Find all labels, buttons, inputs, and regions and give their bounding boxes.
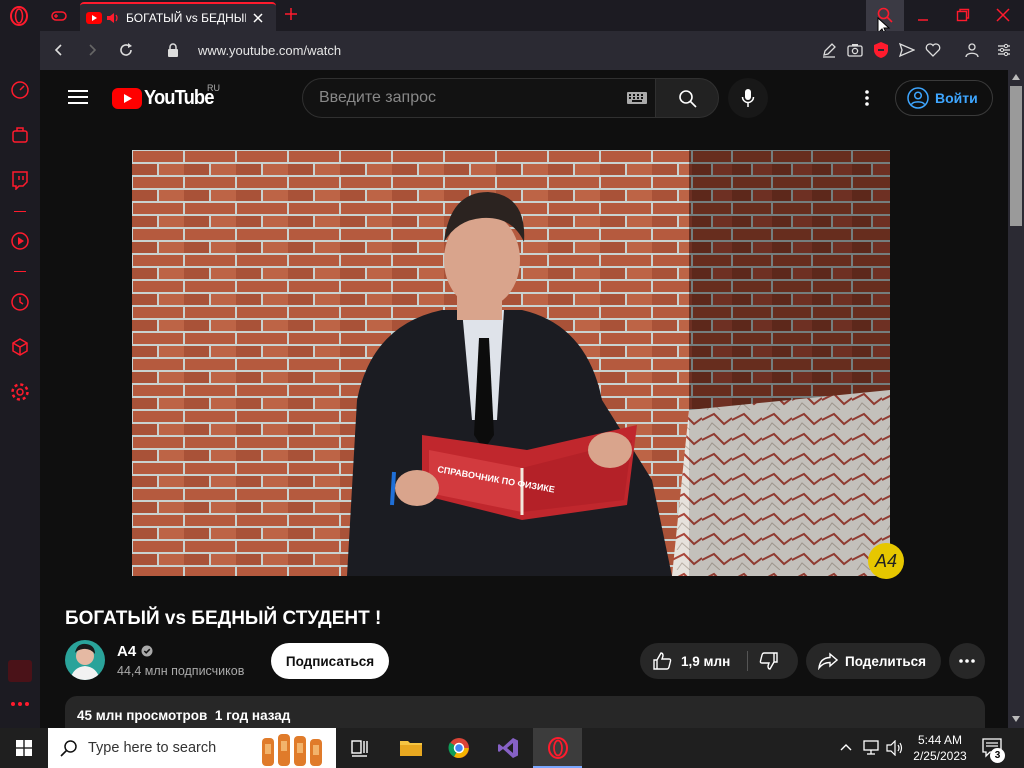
windows-logo-icon (16, 740, 32, 756)
search-input[interactable]: Введите запрос (302, 78, 656, 118)
youtube-logo[interactable]: YouTube (112, 87, 220, 110)
region-code: RU (207, 83, 220, 93)
tab-title: БОГАТЫЙ vs БЕДНЫЙ С (126, 10, 246, 25)
task-view-icon[interactable] (350, 738, 370, 758)
thumbs-down-icon (759, 651, 779, 671)
browser-tab-active[interactable]: БОГАТЫЙ vs БЕДНЫЙ С (80, 2, 276, 31)
share-arrow-icon (818, 652, 838, 670)
history-icon[interactable] (10, 292, 30, 312)
youtube-favicon-icon (86, 11, 102, 24)
audio-playing-icon[interactable] (106, 12, 120, 24)
minimize-icon[interactable] (916, 8, 930, 22)
close-tab-icon[interactable] (252, 12, 264, 24)
signin-label: Войти (935, 90, 978, 106)
twitch-icon[interactable] (10, 170, 30, 190)
volume-icon[interactable] (886, 740, 904, 756)
thumbs-up-icon (652, 651, 672, 671)
reload-icon[interactable] (118, 42, 134, 58)
clock[interactable]: 5:44 AM 2/25/2023 (908, 732, 972, 764)
new-tab-icon[interactable] (284, 7, 298, 21)
taskbar-search-placeholder: Type here to search (88, 740, 217, 756)
opera-gx-taskbar-button[interactable] (533, 728, 582, 768)
chrome-icon[interactable] (448, 737, 470, 759)
channel-name[interactable]: А4 (117, 643, 136, 660)
voice-search-button[interactable] (728, 78, 768, 118)
address-bar: www.youtube.com/watch (40, 31, 1024, 70)
subscriber-count: 44,4 млн подписчиков (117, 664, 245, 678)
youtube-logo-text: YouTube (144, 87, 214, 109)
sidebar-thumbnail[interactable] (8, 660, 32, 682)
adblock-shield-icon[interactable] (873, 41, 889, 59)
gx-corner-icon[interactable] (50, 7, 68, 25)
user-circle-icon (907, 87, 929, 109)
taskbar-search-box[interactable]: Type here to search (48, 728, 336, 768)
network-icon[interactable] (862, 740, 880, 756)
more-actions-button[interactable] (949, 643, 985, 679)
back-icon[interactable] (52, 43, 66, 57)
send-icon[interactable] (899, 42, 915, 58)
like-button[interactable]: 1,9 млн (640, 643, 756, 679)
file-explorer-icon[interactable] (399, 738, 423, 758)
visual-studio-icon[interactable] (497, 737, 519, 759)
more-horizontal-icon (959, 659, 975, 663)
lock-icon[interactable] (167, 43, 179, 57)
share-label: Поделиться (845, 653, 927, 669)
opera-sidebar (0, 31, 40, 728)
close-window-icon[interactable] (996, 8, 1010, 22)
video-title: БОГАТЫЙ vs БЕДНЫЙ СТУДЕНТ ! (65, 608, 382, 629)
notification-badge: 3 (990, 748, 1005, 763)
subscribe-button[interactable]: Подписаться (271, 643, 389, 679)
edit-icon[interactable] (821, 42, 837, 58)
video-player[interactable]: СПРАВОЧНИК ПО ФИЗИКЕ (132, 150, 890, 576)
youtube-page: YouTube RU Введите запрос Войти СПРАВОЧН… (40, 70, 1008, 728)
verified-badge-icon (141, 645, 153, 657)
scrollbar-thumb[interactable] (1010, 86, 1022, 226)
opera-gx-icon (547, 737, 569, 759)
more-options-icon[interactable] (10, 701, 30, 707)
channel-watermark[interactable]: А4 (868, 543, 904, 579)
opera-menu-icon[interactable] (9, 6, 29, 26)
search-icon (60, 739, 78, 757)
settings-more-icon[interactable] (865, 90, 869, 106)
browser-titlebar: БОГАТЫЙ vs БЕДНЫЙ С (0, 0, 1024, 37)
search-placeholder: Введите запрос (319, 89, 436, 106)
hamburger-menu-icon[interactable] (68, 89, 88, 105)
settings-gear-icon[interactable] (10, 382, 30, 402)
dislike-button[interactable] (748, 643, 798, 679)
channel-avatar[interactable] (65, 640, 105, 680)
sidebar-separator (14, 211, 26, 212)
like-count: 1,9 млн (681, 653, 731, 669)
scroll-up-icon[interactable] (1012, 74, 1020, 80)
like-dislike-group: 1,9 млн (640, 643, 798, 679)
search-highlight-image (256, 728, 336, 768)
youtube-play-logo-icon (112, 88, 142, 109)
heart-icon[interactable] (925, 42, 941, 58)
view-stats: 45 млн просмотров 1 год назад (77, 708, 291, 723)
signin-button[interactable]: Войти (895, 80, 993, 116)
clock-date: 2/25/2023 (913, 749, 967, 763)
gx-control-icon[interactable] (10, 125, 30, 145)
clock-time: 5:44 AM (917, 733, 963, 747)
keyboard-icon[interactable] (627, 92, 647, 104)
sidebar-separator (14, 271, 26, 272)
snapshot-camera-icon[interactable] (847, 42, 863, 58)
speed-dial-icon[interactable] (10, 80, 30, 100)
url-field[interactable]: www.youtube.com/watch (198, 43, 341, 58)
easy-setup-icon[interactable] (997, 43, 1011, 57)
player-icon[interactable] (10, 231, 30, 251)
restore-icon[interactable] (956, 8, 970, 22)
share-button[interactable]: Поделиться (806, 643, 941, 679)
scroll-down-icon[interactable] (1012, 716, 1020, 722)
search-icon (678, 89, 698, 109)
windows-taskbar: Type here to search 5:44 AM 2/25/2023 3 (0, 728, 1024, 768)
forward-icon[interactable] (85, 43, 99, 57)
start-button[interactable] (0, 728, 48, 768)
microphone-icon (741, 88, 755, 108)
description-box[interactable]: 45 млн просмотров 1 год назад (65, 696, 985, 728)
search-button[interactable] (655, 78, 719, 118)
extensions-icon[interactable] (10, 337, 30, 357)
account-icon[interactable] (965, 42, 979, 58)
show-hidden-icons[interactable] (840, 742, 852, 752)
